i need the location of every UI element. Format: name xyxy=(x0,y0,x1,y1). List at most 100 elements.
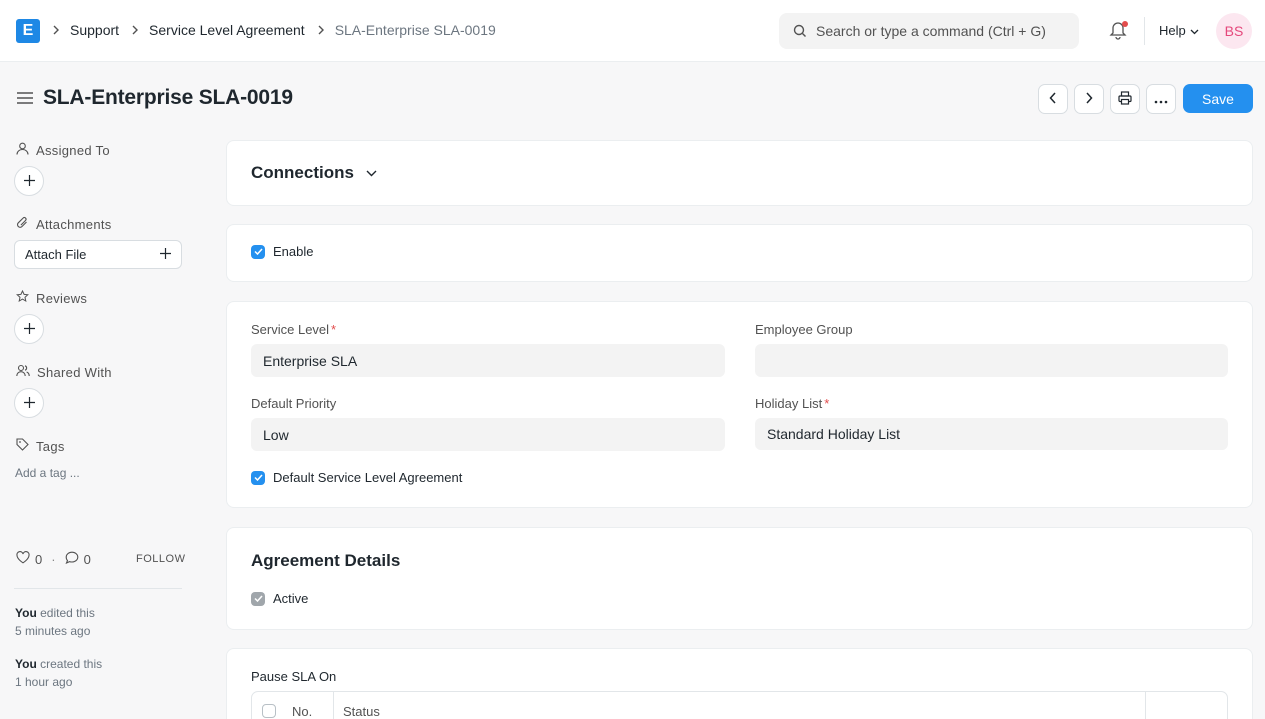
column-divider xyxy=(333,692,334,719)
add-review-button[interactable] xyxy=(14,314,44,344)
activity-time: 5 minutes ago xyxy=(15,624,91,638)
attach-file-label: Attach File xyxy=(25,247,87,262)
column-no: No. xyxy=(292,704,313,719)
breadcrumb-current[interactable]: SLA-Enterprise SLA-0019 xyxy=(335,22,496,38)
comment-count: 0 xyxy=(83,551,91,567)
notification-button[interactable] xyxy=(1109,20,1129,42)
default-priority-label: Default Priority xyxy=(251,396,337,411)
stats-separator: · xyxy=(51,551,56,567)
paperclip-icon xyxy=(16,216,36,232)
active-label: Active xyxy=(273,591,309,606)
plus-icon xyxy=(23,396,35,411)
search-placeholder: Search or type a command (Ctrl + G) xyxy=(816,23,1046,39)
connections-title: Connections xyxy=(251,163,354,182)
bell-icon xyxy=(1109,22,1127,43)
notification-dot xyxy=(1122,21,1128,27)
agreement-title: Agreement Details xyxy=(251,551,401,570)
page-title: SLA-Enterprise SLA-0019 xyxy=(43,86,293,109)
select-all-checkbox[interactable] xyxy=(262,704,284,718)
checkmark-icon xyxy=(251,470,265,485)
next-doc-button[interactable] xyxy=(1074,84,1104,114)
enable-checkbox[interactable]: Enable xyxy=(251,244,313,259)
active-checkbox: Active xyxy=(251,591,308,606)
service-level-field[interactable]: Enterprise SLA xyxy=(251,344,725,377)
activity-action: edited this xyxy=(36,606,95,620)
employee-group-field[interactable] xyxy=(755,344,1228,377)
app-logo[interactable]: E xyxy=(16,19,40,43)
default-sla-label: Default Service Level Agreement xyxy=(273,470,463,485)
breadcrumb: Support Service Level Agreement SLA-Ente… xyxy=(52,22,508,38)
ellipsis-icon xyxy=(1154,92,1168,107)
more-actions-button[interactable] xyxy=(1146,84,1176,114)
help-dropdown[interactable]: Help xyxy=(1159,23,1199,38)
holiday-list-value: Standard Holiday List xyxy=(767,426,901,442)
add-tag-input[interactable]: Add a tag ... xyxy=(15,466,80,480)
chevron-right-icon xyxy=(317,25,325,35)
add-share-button[interactable] xyxy=(14,388,44,418)
pause-sla-label: Pause SLA On xyxy=(251,669,337,684)
breadcrumb-sla[interactable]: Service Level Agreement xyxy=(149,22,305,38)
connections-card xyxy=(226,140,1253,206)
comment-button[interactable]: 0 xyxy=(65,551,91,567)
shared-with-label: Shared With xyxy=(16,364,112,380)
users-icon xyxy=(16,364,37,380)
checkbox-empty xyxy=(262,704,276,718)
holiday-list-field[interactable]: Standard Holiday List xyxy=(755,418,1228,450)
chevron-down-icon xyxy=(366,170,377,177)
activity-user: You xyxy=(15,606,37,620)
attach-file-button[interactable]: Attach File xyxy=(14,240,182,269)
column-divider xyxy=(1145,692,1146,719)
star-icon xyxy=(16,289,36,306)
default-priority-value: Low xyxy=(263,426,289,443)
enable-label: Enable xyxy=(273,244,314,259)
chevron-down-icon xyxy=(1186,23,1199,38)
chevron-right-icon xyxy=(1085,91,1093,107)
tags-text: Tags xyxy=(36,438,65,454)
activity-user: You xyxy=(15,657,37,671)
heart-icon xyxy=(16,551,35,567)
connections-toggle[interactable]: Connections xyxy=(251,163,377,183)
navbar: E Support Service Level Agreement SLA-En… xyxy=(0,0,1265,62)
previous-doc-button[interactable] xyxy=(1038,84,1068,114)
add-assignee-button[interactable] xyxy=(14,166,44,196)
tags-label: Tags xyxy=(16,438,65,454)
print-button[interactable] xyxy=(1110,84,1140,114)
chevron-left-icon xyxy=(1049,91,1057,107)
default-sla-checkbox[interactable]: Default Service Level Agreement xyxy=(251,470,462,485)
reviews-label: Reviews xyxy=(16,289,88,306)
reviews-text: Reviews xyxy=(36,290,88,306)
printer-icon xyxy=(1118,90,1132,108)
agreement-card xyxy=(226,527,1253,630)
breadcrumb-support[interactable]: Support xyxy=(70,22,119,38)
follow-button[interactable]: FOLLOW xyxy=(136,553,185,565)
activity-action: created this xyxy=(36,657,103,671)
assigned-to-label: Assigned To xyxy=(16,142,110,158)
sidebar-toggle-icon[interactable] xyxy=(16,91,34,108)
chevron-right-icon xyxy=(131,25,139,35)
help-label: Help xyxy=(1159,23,1186,38)
service-level-value: Enterprise SLA xyxy=(263,352,358,369)
user-icon xyxy=(16,142,36,158)
tag-icon xyxy=(16,438,36,454)
user-avatar[interactable]: BS xyxy=(1216,13,1252,49)
like-button[interactable]: 0 xyxy=(16,551,42,567)
shared-with-text: Shared With xyxy=(37,364,112,380)
enable-card xyxy=(226,224,1253,282)
activity-item: You created this 1 hour ago xyxy=(15,655,102,691)
search-input[interactable]: Search or type a command (Ctrl + G) xyxy=(779,13,1079,49)
like-count: 0 xyxy=(35,551,43,567)
holiday-list-label: Holiday List * xyxy=(755,396,830,411)
chevron-right-icon xyxy=(52,25,60,35)
checkmark-icon xyxy=(251,591,265,606)
comment-icon xyxy=(65,551,84,567)
assigned-to-text: Assigned To xyxy=(36,142,110,158)
plus-icon xyxy=(160,247,171,262)
pause-sla-table-header: No. Status xyxy=(251,691,1228,719)
employee-group-label: Employee Group xyxy=(755,322,853,337)
checkmark-icon xyxy=(251,244,265,259)
default-priority-field[interactable]: Low xyxy=(251,418,725,451)
activity-time: 1 hour ago xyxy=(15,675,73,689)
column-status: Status xyxy=(343,704,380,719)
plus-icon xyxy=(23,174,35,189)
save-button[interactable]: Save xyxy=(1183,84,1253,113)
